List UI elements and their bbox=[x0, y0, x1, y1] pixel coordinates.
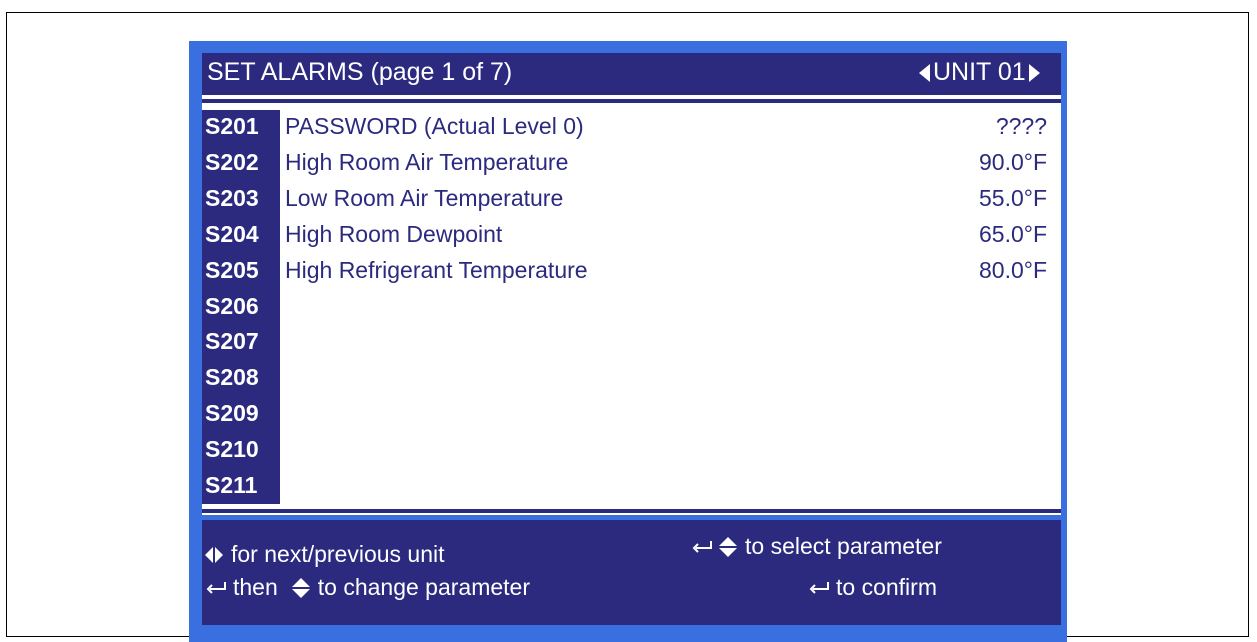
help-next-prev: for next/previous unit bbox=[205, 541, 445, 568]
left-right-arrows-icon bbox=[205, 546, 223, 563]
page-title: SET ALARMS (page 1 of 7) bbox=[207, 58, 513, 86]
bottom-divider bbox=[202, 509, 1061, 513]
up-down-arrows-icon bbox=[719, 536, 737, 557]
param-code[interactable]: S209 bbox=[205, 400, 259, 427]
param-value[interactable]: 65.0°F bbox=[979, 221, 1047, 248]
help-change-param: then to change parameter bbox=[205, 574, 530, 601]
enter-key-icon bbox=[206, 581, 226, 594]
left-arrow-icon[interactable] bbox=[919, 63, 930, 82]
help-change-param-text: to change parameter bbox=[317, 574, 531, 600]
unit-selector[interactable]: UNIT 01 bbox=[919, 58, 1040, 87]
help-next-prev-text: for next/previous unit bbox=[231, 541, 445, 567]
top-divider bbox=[202, 99, 1061, 103]
param-code[interactable]: S202 bbox=[205, 149, 259, 176]
help-select-param-text: to select parameter bbox=[745, 533, 942, 559]
help-select-param: to select parameter bbox=[691, 533, 942, 560]
param-code[interactable]: S204 bbox=[205, 221, 259, 248]
help-then-text: then bbox=[233, 574, 278, 600]
right-arrow-icon[interactable] bbox=[1028, 63, 1040, 82]
unit-label: UNIT 01 bbox=[933, 58, 1026, 86]
up-down-arrows-icon bbox=[291, 577, 310, 598]
param-code[interactable]: S210 bbox=[205, 436, 259, 463]
param-code[interactable]: S205 bbox=[205, 257, 259, 284]
enter-key-icon bbox=[809, 581, 829, 594]
param-code[interactable]: S206 bbox=[205, 293, 259, 320]
param-value[interactable]: 55.0°F bbox=[979, 185, 1047, 212]
help-confirm-text: to confirm bbox=[836, 574, 937, 600]
help-confirm: to confirm bbox=[808, 574, 937, 601]
enter-key-icon bbox=[692, 540, 712, 553]
param-code[interactable]: S201 bbox=[205, 113, 259, 140]
param-label[interactable]: Low Room Air Temperature bbox=[285, 185, 563, 212]
param-code[interactable]: S211 bbox=[205, 472, 257, 499]
param-label[interactable]: High Room Air Temperature bbox=[285, 149, 568, 176]
param-value[interactable]: 90.0°F bbox=[979, 149, 1047, 176]
param-code[interactable]: S207 bbox=[205, 328, 259, 355]
param-label[interactable]: High Room Dewpoint bbox=[285, 221, 502, 248]
param-value[interactable]: ???? bbox=[996, 113, 1047, 140]
param-label[interactable]: PASSWORD (Actual Level 0) bbox=[285, 113, 584, 140]
param-label[interactable]: High Refrigerant Temperature bbox=[285, 257, 588, 284]
param-code[interactable]: S203 bbox=[205, 185, 259, 212]
param-value[interactable]: 80.0°F bbox=[979, 257, 1047, 284]
param-code[interactable]: S208 bbox=[205, 364, 259, 391]
